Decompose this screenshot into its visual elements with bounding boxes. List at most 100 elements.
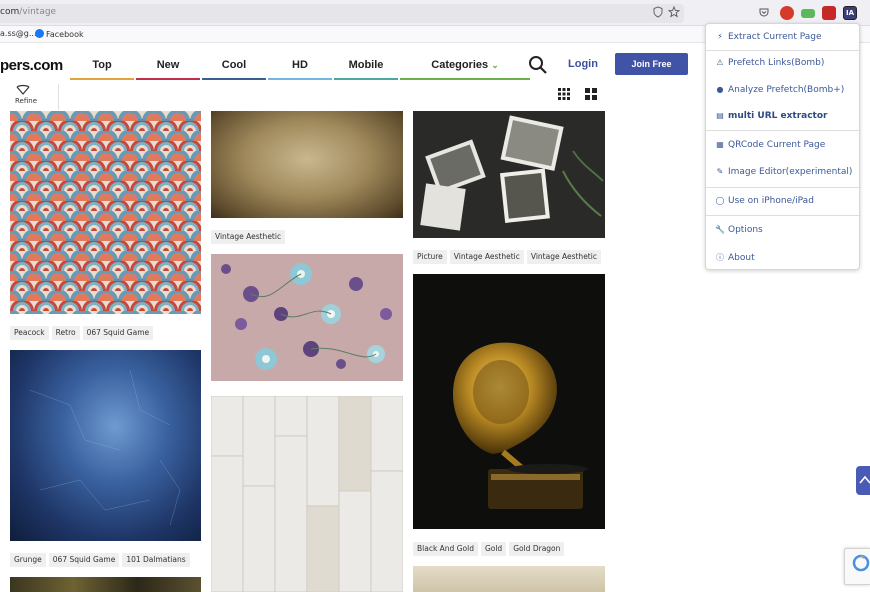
tag-peacock[interactable]: Peacock: [10, 326, 49, 340]
address-bar[interactable]: [0, 4, 684, 23]
menu-item-label: Analyze Prefetch(Bomb+): [728, 85, 845, 95]
tracking-shield-icon[interactable]: [651, 6, 665, 20]
wallpaper-image-photos[interactable]: [413, 111, 605, 238]
extension-green-icon[interactable]: [801, 9, 815, 18]
menu-divider: [706, 130, 861, 131]
menu-item-label: Extract Current Page: [728, 32, 822, 42]
login-link[interactable]: Login: [568, 58, 598, 70]
url-host: com: [0, 7, 20, 17]
warning-icon: ⚠: [716, 58, 724, 67]
menu-item-multi-url-extractor[interactable]: ▤ multi URL extractor: [715, 111, 827, 121]
extension-red-icon[interactable]: [822, 6, 836, 20]
menu-item-label: QRCode Current Page: [728, 140, 826, 150]
tag-list: Vintage Aesthetic: [211, 224, 288, 244]
facebook-icon: [35, 29, 44, 38]
image-assistant-menu: ⚡ Extract Current Page ⚠ Prefetch Links(Bo…: [705, 23, 861, 270]
recaptcha-badge[interactable]: [844, 548, 870, 585]
tag-vintage-aesthetic[interactable]: Vintage Aesthetic: [449, 250, 524, 264]
list-icon: ▤: [716, 111, 724, 120]
nav-cool-underline: [202, 78, 266, 80]
menu-item-image-editor[interactable]: ✎ Image Editor(experimental): [715, 167, 853, 177]
tag-black-and-gold[interactable]: Black And Gold: [413, 542, 478, 556]
tag-vintage-aesthetic[interactable]: Vintage Aesthetic: [211, 230, 286, 244]
nav-cool-label: Cool: [221, 59, 247, 71]
wallpaper-card-partial[interactable]: [413, 566, 605, 592]
wallpaper-image-floral[interactable]: [211, 254, 403, 381]
tag-gold-dragon[interactable]: Gold Dragon: [509, 542, 565, 556]
nav-new-underline: [136, 78, 200, 80]
pocket-icon[interactable]: [757, 6, 771, 20]
tag-retro[interactable]: Retro: [51, 326, 80, 340]
wallpaper-image-grunge[interactable]: [10, 350, 201, 541]
wallpaper-image-gramophone[interactable]: [413, 274, 605, 529]
nav-hd-underline: [268, 78, 332, 80]
search-icon[interactable]: [528, 55, 548, 75]
wallpaper-image-wood[interactable]: [211, 396, 403, 592]
wallpaper-image-partial[interactable]: [413, 566, 605, 592]
refine-button[interactable]: Refine: [12, 84, 58, 108]
nav-categories-label: Categories: [431, 59, 489, 71]
chevron-down-icon: ⌄: [491, 60, 499, 70]
wallpaper-card-partial[interactable]: [10, 577, 201, 592]
menu-item-analyze-prefetch[interactable]: ● Analyze Prefetch(Bomb+): [715, 85, 845, 95]
tag-gold[interactable]: Gold: [480, 542, 507, 556]
menu-divider: [706, 187, 861, 188]
wallpaper-card-floral[interactable]: [211, 254, 403, 381]
wallpaper-image-peacock[interactable]: [10, 111, 201, 314]
tag-vintage-aesthetic[interactable]: Vintage Aesthetic: [526, 250, 601, 264]
refine-icon: [16, 84, 30, 95]
menu-item-label: About: [728, 253, 755, 263]
menu-item-label: Options: [728, 225, 763, 235]
menu-item-label: multi URL extractor: [728, 111, 828, 121]
refine-label: Refine: [15, 97, 38, 105]
tag-list: Black And Gold Gold Gold Dragon: [413, 536, 567, 556]
grid-large-view-icon[interactable]: [585, 85, 597, 100]
recaptcha-icon: [852, 554, 870, 572]
menu-divider: [706, 215, 861, 216]
wallpaper-card-peacock[interactable]: Peacock Retro 067 Squid Game: [10, 111, 201, 340]
nav-new-label: New: [156, 59, 180, 71]
wallpaper-card-grunge[interactable]: Grunge 067 Squid Game 101 Dalmatians: [10, 350, 201, 567]
bookmark-email[interactable]: a.ss@g...: [0, 29, 37, 38]
grid-small-view-icon[interactable]: [558, 85, 570, 100]
info-icon: ⓘ: [716, 253, 724, 262]
menu-item-options[interactable]: 🔧 Options: [715, 225, 763, 235]
image-assistant-extension-icon[interactable]: IA: [843, 6, 857, 20]
nav-mobile[interactable]: Mobile: [334, 52, 398, 80]
wallpaper-card-photos[interactable]: Picture Vintage Aesthetic Vintage Aestheti…: [413, 111, 605, 264]
menu-item-use-on-iphone[interactable]: ◯ Use on iPhone/iPad: [715, 196, 814, 206]
tag-list: Grunge 067 Squid Game 101 Dalmatians: [10, 547, 193, 567]
wallpaper-image-partial[interactable]: [10, 577, 201, 592]
nav-mobile-underline: [334, 78, 398, 80]
edit-icon: ✎: [716, 167, 724, 176]
nav-new[interactable]: New: [136, 52, 200, 80]
wallpaper-image-parchment[interactable]: [211, 111, 403, 218]
tag-grunge[interactable]: Grunge: [10, 553, 46, 567]
tag-squid-game[interactable]: 067 Squid Game: [48, 553, 120, 567]
tag-dalmatians[interactable]: 101 Dalmatians: [122, 553, 190, 567]
menu-item-prefetch-links[interactable]: ⚠ Prefetch Links(Bomb): [715, 58, 824, 68]
tag-squid-game[interactable]: 067 Squid Game: [82, 326, 154, 340]
tag-picture[interactable]: Picture: [413, 250, 447, 264]
menu-divider: [706, 50, 861, 51]
wallpaper-card-gramophone[interactable]: Black And Gold Gold Gold Dragon: [413, 274, 605, 556]
menu-item-about[interactable]: ⓘ About: [715, 252, 755, 263]
menu-item-qrcode[interactable]: ▦ QRCode Current Page: [715, 140, 825, 150]
bookmark-star-icon[interactable]: [667, 5, 681, 20]
bookmark-facebook[interactable]: Facebook: [35, 29, 84, 39]
extension-badge-icon[interactable]: [780, 6, 794, 20]
url-text[interactable]: com/vintage: [0, 7, 56, 17]
url-path: /vintage: [19, 7, 57, 17]
site-logo[interactable]: pers.com: [0, 57, 63, 74]
menu-item-extract-current-page[interactable]: ⚡ Extract Current Page: [715, 32, 822, 42]
nav-hd[interactable]: HD: [268, 52, 332, 80]
nav-categories[interactable]: Categories ⌄: [400, 52, 530, 80]
wallpaper-card-parchment[interactable]: Vintage Aesthetic: [211, 111, 403, 244]
bomb-icon: ●: [716, 85, 724, 94]
join-free-button[interactable]: Join Free: [615, 53, 688, 75]
wallpaper-card-wood[interactable]: [211, 396, 403, 592]
bookmark-facebook-label: Facebook: [46, 30, 84, 39]
nav-top[interactable]: Top: [70, 52, 134, 80]
nav-cool[interactable]: Cool: [202, 52, 266, 80]
scroll-to-top-button[interactable]: [856, 466, 870, 495]
